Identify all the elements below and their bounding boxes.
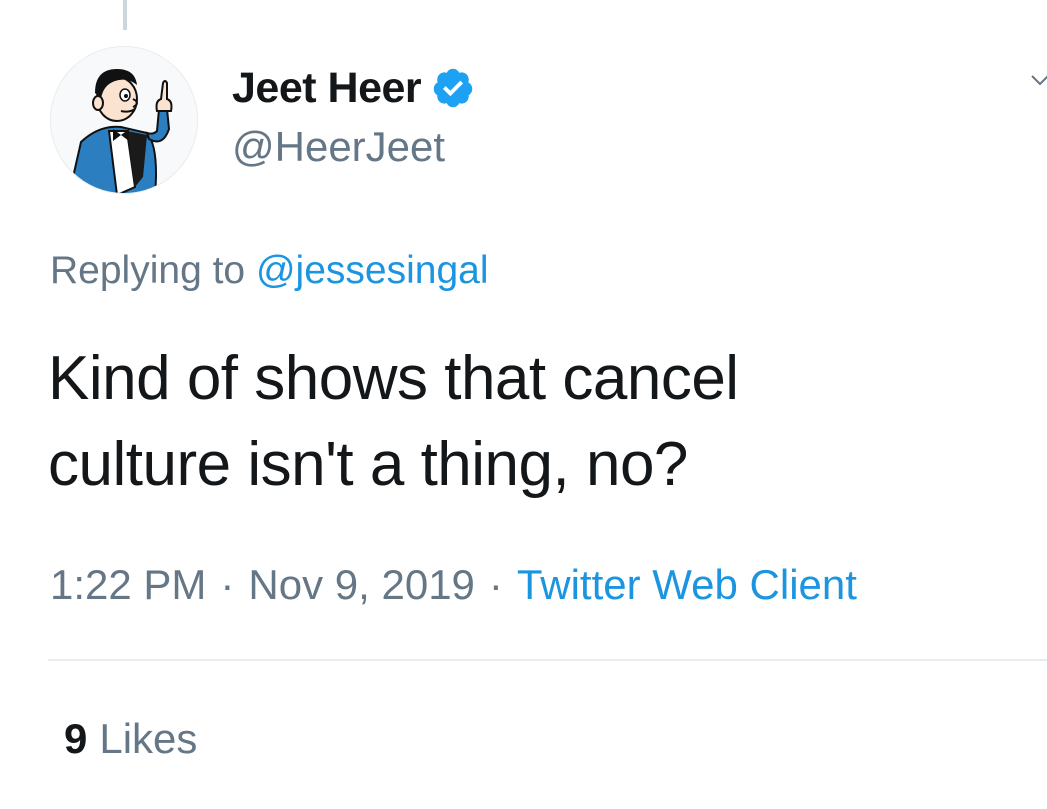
avatar-illustration [51, 47, 197, 193]
tweet-text-line: Kind of shows that cancel [48, 344, 739, 413]
thread-connector-line [123, 0, 127, 30]
tweet-time[interactable]: 1:22 PM [50, 561, 206, 608]
likes-stat[interactable]: 9 Likes [64, 713, 197, 765]
meta-separator: · [488, 561, 503, 608]
likes-count: 9 [64, 715, 88, 762]
divider [48, 659, 1047, 661]
chevron-down-icon[interactable] [1030, 70, 1047, 90]
tweet-date[interactable]: Nov 9, 2019 [248, 561, 475, 608]
reply-mention-link[interactable]: @jessesingal [256, 249, 489, 292]
author-name[interactable]: Jeet Heer [232, 62, 422, 114]
reply-prefix: Replying to [50, 249, 246, 292]
author-handle[interactable]: @HeerJeet [232, 121, 445, 173]
tweet-text-line: culture isn't a thing, no? [48, 430, 688, 499]
reply-context: Replying to @jessesingal [50, 246, 489, 296]
meta-separator: · [220, 561, 235, 608]
verified-badge-icon [433, 68, 473, 108]
avatar[interactable] [50, 46, 198, 194]
tweet-source-link[interactable]: Twitter Web Client [517, 561, 857, 608]
tweet-metadata: 1:22 PM · Nov 9, 2019 · Twitter Web Client [50, 559, 857, 611]
tweet-text: Kind of shows that cancel culture isn't … [48, 336, 1008, 508]
likes-label: Likes [99, 715, 198, 762]
author-name-row[interactable]: Jeet Heer [232, 62, 475, 114]
